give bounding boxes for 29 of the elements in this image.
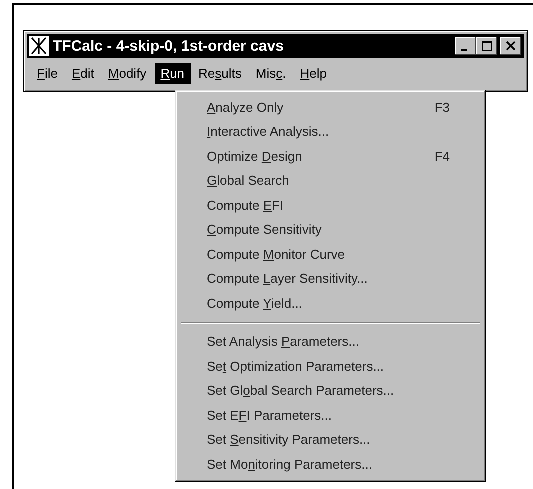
menu-option[interactable]: Global Search <box>179 168 482 193</box>
close-button[interactable] <box>500 37 521 55</box>
maximize-icon <box>482 41 492 51</box>
minimize-button[interactable] <box>455 37 476 55</box>
menu-option[interactable]: Set EFI Parameters... <box>179 403 482 428</box>
minimize-icon <box>461 49 467 51</box>
menu-item[interactable]: File <box>31 62 64 84</box>
menu-option[interactable]: Compute Yield... <box>179 291 482 316</box>
menu-item[interactable]: Help <box>294 62 333 84</box>
menu-item[interactable]: Misc. <box>250 62 292 84</box>
menu-option[interactable]: Set Optimization Parameters... <box>179 354 482 378</box>
menu-option[interactable]: Compute Monitor Curve <box>179 242 482 266</box>
menu-option[interactable]: Compute Layer Sensitivity... <box>179 266 482 291</box>
menu-option[interactable]: Compute Sensitivity <box>179 218 482 242</box>
menu-option[interactable]: Set Monitoring Parameters... <box>179 452 482 476</box>
menu-item[interactable]: Modify <box>102 62 153 84</box>
window-title: TFCalc - 4-skip-0, 1st-order cavs <box>53 38 285 54</box>
menu-option[interactable]: Set Global Search Parameters... <box>179 378 482 403</box>
menu-option[interactable]: Analyze Only F3 <box>179 95 482 120</box>
menu-item[interactable]: Edit <box>66 62 100 84</box>
menu-option[interactable]: Compute EFI <box>179 193 482 218</box>
menu-item[interactable]: Run <box>154 62 191 84</box>
menu-option[interactable]: Set Sensitivity Parameters... <box>179 428 482 452</box>
maximize-button[interactable] <box>476 37 497 55</box>
close-icon <box>506 41 516 51</box>
menu-option[interactable]: Interactive Analysis... <box>179 120 482 144</box>
menu-option[interactable]: Optimize Design F4 <box>179 144 482 168</box>
menu-item[interactable]: Results <box>192 62 248 84</box>
menu-option[interactable]: Set Analysis Parameters... <box>179 330 482 354</box>
